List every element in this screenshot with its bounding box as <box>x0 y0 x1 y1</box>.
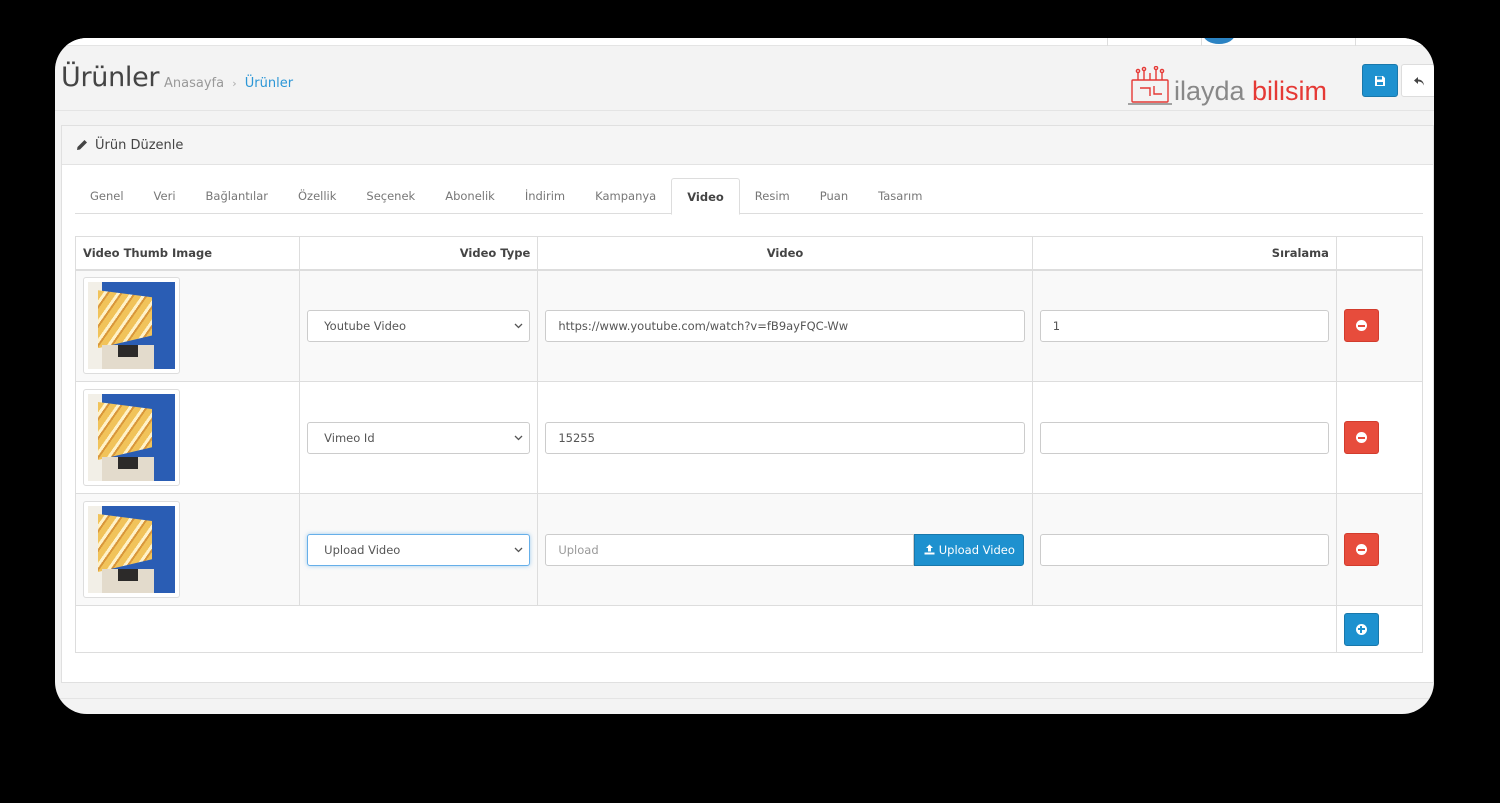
chevron-down-icon <box>514 323 523 329</box>
video-table: Video Thumb Image Video Type Video Sıral… <box>74 236 1424 653</box>
logo-text-prefix: ilayda <box>1174 76 1246 106</box>
upload-video-button[interactable]: Upload Video <box>914 533 1025 566</box>
sort-order-input[interactable] <box>1039 533 1329 566</box>
column-header-actions <box>1335 236 1424 271</box>
table-header-row: Video Thumb Image Video Type Video Sıral… <box>74 236 1424 271</box>
breadcrumb-current[interactable]: Ürünler <box>245 76 293 91</box>
logo-text-suffix: bilisim <box>1252 76 1327 106</box>
tab-veri[interactable]: Veri <box>139 178 191 214</box>
top-bar-divider <box>1355 38 1356 46</box>
pencil-icon <box>76 139 88 151</box>
tab-ozellik[interactable]: Özellik <box>283 178 351 214</box>
upload-input[interactable]: Upload <box>545 533 915 566</box>
tab-genel[interactable]: Genel <box>75 178 139 214</box>
video-type-select[interactable]: Upload Video <box>307 533 531 566</box>
table-footer-row <box>75 605 1424 653</box>
remove-row-button[interactable] <box>1343 309 1379 343</box>
tab-indirim[interactable]: İndirim <box>510 178 580 214</box>
thumb-picture <box>88 282 175 370</box>
tab-kampanya[interactable]: Kampanya <box>580 178 671 214</box>
tab-tasarim[interactable]: Tasarım <box>863 178 937 214</box>
footer-divider <box>55 698 1434 699</box>
tab-video[interactable]: Video <box>671 178 740 215</box>
remove-row-button[interactable] <box>1343 533 1379 566</box>
remove-row-button[interactable] <box>1343 421 1379 454</box>
tab-baglantilar[interactable]: Bağlantılar <box>191 178 283 214</box>
tab-secenek[interactable]: Seçenek <box>351 178 430 214</box>
breadcrumb-separator: › <box>232 77 237 90</box>
chevron-down-icon <box>514 547 523 552</box>
column-header-video: Video <box>537 236 1033 271</box>
reply-icon <box>1414 76 1424 85</box>
breadcrumb: Anasayfa › Ürünler <box>164 76 293 91</box>
upload-input-group: Upload Upload Video <box>545 533 1025 566</box>
minus-circle-icon <box>1355 544 1367 555</box>
save-button[interactable] <box>1362 64 1398 97</box>
breadcrumb-home[interactable]: Anasayfa <box>164 76 224 91</box>
sort-order-input[interactable] <box>1039 421 1329 454</box>
video-id-input[interactable]: 15255 <box>545 421 1025 454</box>
header-divider <box>55 110 1434 111</box>
column-header-type: Video Type <box>299 236 539 271</box>
table-row: Vimeo Id 15255 <box>74 381 1424 494</box>
plus-circle-icon <box>1355 623 1367 635</box>
chevron-down-icon <box>514 435 523 440</box>
upload-video-label: Upload Video <box>938 542 1015 557</box>
top-bar <box>55 38 1434 46</box>
tab-bar: Genel Veri Bağlantılar Özellik Seçenek A… <box>75 178 1423 215</box>
back-button[interactable] <box>1401 64 1434 97</box>
upload-icon <box>924 544 935 555</box>
tab-resim[interactable]: Resim <box>740 178 805 214</box>
add-video-button[interactable] <box>1343 612 1379 646</box>
app-window: Ürünler Anasayfa › Ürünler ilayda bilisi… <box>55 38 1434 714</box>
thumb-picture <box>88 506 175 593</box>
brand-logo: ilayda bilisim <box>1128 66 1327 106</box>
top-bar-divider <box>1107 38 1108 46</box>
video-type-value: Youtube Video <box>324 318 407 333</box>
video-thumb-image[interactable] <box>83 389 180 486</box>
video-type-select[interactable]: Vimeo Id <box>307 421 531 454</box>
video-type-select[interactable]: Youtube Video <box>307 309 531 342</box>
panel-heading: Ürün Düzenle <box>62 126 1433 165</box>
table-row: Upload Video Upload Upload Video <box>74 493 1424 606</box>
video-type-value: Upload Video <box>324 542 401 557</box>
panel-title: Ürün Düzenle <box>95 137 184 153</box>
tab-abonelik[interactable]: Abonelik <box>430 178 510 214</box>
user-avatar[interactable] <box>1203 38 1235 44</box>
minus-circle-icon <box>1355 432 1367 443</box>
page-title: Ürünler <box>61 62 160 93</box>
minus-circle-icon <box>1355 320 1367 332</box>
thumb-picture <box>88 394 175 481</box>
sort-order-input[interactable]: 1 <box>1039 309 1329 342</box>
video-url-input[interactable]: https://www.youtube.com/watch?v=fB9ayFQC… <box>545 309 1025 342</box>
table-row: Youtube Video https://www.youtube.com/wa… <box>74 269 1424 382</box>
edit-panel: Ürün Düzenle Genel Veri Bağlantılar Özel… <box>61 125 1434 683</box>
video-type-value: Vimeo Id <box>324 430 375 445</box>
column-header-thumb: Video Thumb Image <box>74 236 301 271</box>
tab-puan[interactable]: Puan <box>805 178 863 214</box>
video-thumb-image[interactable] <box>83 277 180 375</box>
save-icon <box>1375 75 1385 86</box>
top-bar-divider <box>1201 38 1202 46</box>
video-thumb-image[interactable] <box>83 501 180 598</box>
column-header-order: Sıralama <box>1031 236 1337 271</box>
